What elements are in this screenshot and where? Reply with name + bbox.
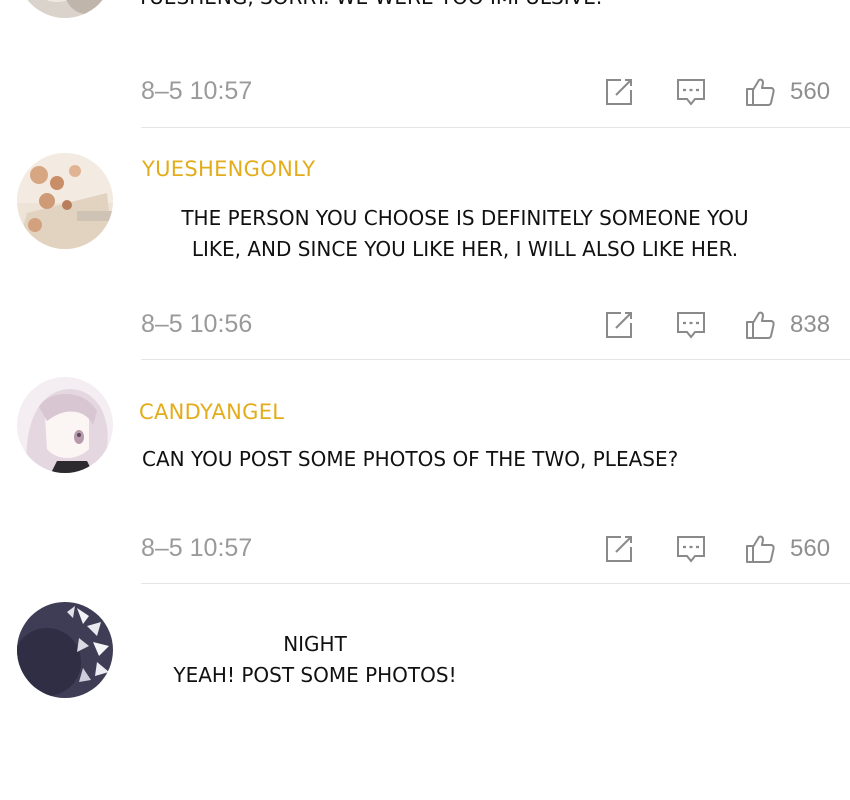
comment-timestamp: 8–5 10:57 (141, 77, 253, 105)
comment-timestamp: 8–5 10:57 (141, 534, 253, 562)
comment-text-line: YEAH! POST SOME PHOTOS! (173, 663, 457, 687)
edit-icon[interactable] (603, 309, 635, 341)
thumbs-up-icon[interactable] (744, 533, 776, 565)
edit-icon[interactable] (603, 533, 635, 565)
like-count: 838 (790, 311, 831, 338)
comment-text-line: THE PERSON YOU CHOOSE IS DEFINITELY SOME… (181, 206, 749, 230)
divider (141, 583, 850, 584)
reply-icon[interactable] (675, 309, 707, 341)
avatar[interactable] (17, 377, 113, 473)
comment-text-line: CAN YOU POST SOME PHOTOS OF THE TWO, PLE… (142, 447, 679, 471)
comment-text-line: LIKE, AND SINCE YOU LIKE HER, I WILL ALS… (191, 237, 739, 261)
comment-timestamp: 8–5 10:56 (141, 310, 253, 338)
username[interactable]: YUESHENGONLY (142, 157, 315, 181)
like-count: 560 (790, 78, 831, 105)
username[interactable]: CANDYANGEL (139, 400, 284, 424)
avatar[interactable] (17, 0, 113, 18)
divider (141, 127, 850, 128)
edit-icon[interactable] (603, 76, 635, 108)
like-count: 560 (790, 535, 831, 562)
username[interactable]: NIGHT (150, 629, 480, 660)
avatar[interactable] (17, 153, 113, 249)
comment-text: THE PERSON YOU CHOOSE IS DEFINITELY SOME… (140, 203, 790, 265)
avatar-image (17, 602, 113, 698)
reply-icon[interactable] (675, 76, 707, 108)
comment-text: YUESHENG, SORRY. WE WERE TOO IMPULSIVE. (137, 0, 602, 13)
avatar-image (17, 153, 113, 249)
thumbs-up-icon[interactable] (744, 76, 776, 108)
divider (141, 359, 850, 360)
avatar-image (17, 0, 113, 18)
avatar[interactable] (17, 602, 113, 698)
thumbs-up-icon[interactable] (744, 309, 776, 341)
comment-text: CAN YOU POST SOME PHOTOS OF THE TWO, PLE… (142, 444, 678, 475)
comment-text: NIGHT YEAH! POST SOME PHOTOS! (150, 629, 480, 691)
avatar-image (17, 377, 113, 473)
reply-icon[interactable] (675, 533, 707, 565)
